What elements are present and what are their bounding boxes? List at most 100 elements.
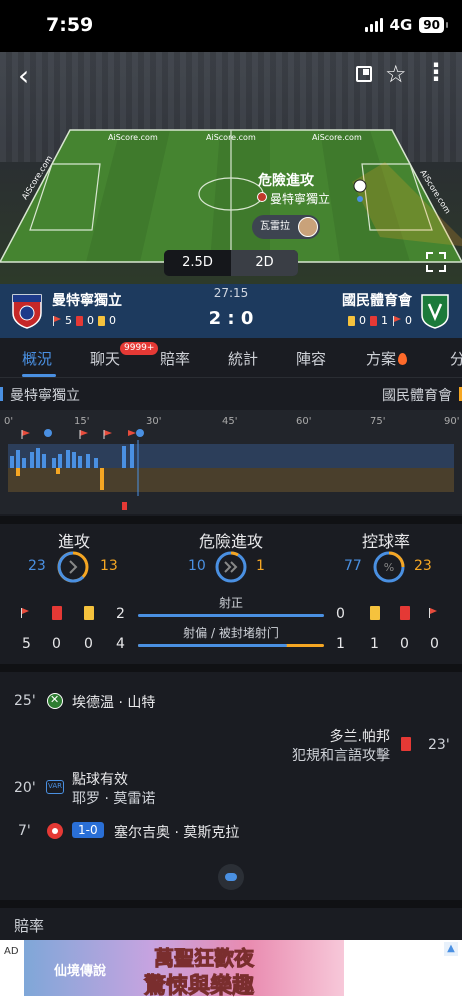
view-toggle[interactable]: 2.5D 2D: [164, 250, 298, 276]
event-minute: 7': [18, 823, 31, 839]
ad-image[interactable]: 仙境傳說 萬聖狂歡夜 驚悚與樂趣: [24, 940, 344, 1000]
fullscreen-icon[interactable]: [426, 252, 446, 272]
away-yellow-cards: 0: [359, 314, 366, 327]
possession-home: 77: [344, 558, 362, 574]
ad-banner[interactable]: AD 仙境傳說 萬聖狂歡夜 驚悚與樂趣 ▲: [0, 940, 462, 1000]
tab-plans-label: 方案: [366, 350, 397, 368]
timeline-tick: 45': [222, 416, 237, 427]
tab-lineup[interactable]: 陣容: [296, 348, 326, 369]
goal-ball-icon: [47, 823, 63, 839]
section-divider: [0, 900, 462, 908]
tab-overview[interactable]: 概況: [22, 348, 52, 369]
possession-label: 控球率: [361, 532, 410, 551]
event-minute: 23': [428, 737, 450, 753]
event-minute: 25': [14, 693, 36, 709]
red-card-marker: [122, 502, 127, 510]
ad-label: AD: [4, 946, 19, 957]
timeline-away-name: 國民體育會: [382, 385, 462, 405]
ad-headline: 萬聖狂歡夜: [154, 946, 255, 971]
away-momentum-band: [8, 468, 454, 492]
ad-brand: 仙境傳說: [54, 964, 107, 979]
away-yellow-count: 1: [370, 636, 379, 652]
scoreboard: 曼特寧獨立 5 0 0 27:15 2 : 0 國民體育會 0 1 0: [0, 284, 462, 338]
attack-label: 進攻: [57, 532, 90, 551]
event-markers: [21, 429, 144, 439]
shots-section: 2 射正 0 5 0 0 4 射偏 / 被封堵射门 1 1 0 0: [0, 596, 462, 660]
odds-section-title: 賠率: [14, 917, 45, 935]
away-team-logo[interactable]: [420, 292, 450, 330]
event-player[interactable]: 耶罗 · 莫雷诺: [72, 788, 155, 808]
event-player[interactable]: 塞尔吉奥 · 莫斯克拉: [114, 822, 239, 842]
tab-bar: 概況 聊天 9999+ 賠率 統計 陣容 方案 分: [0, 338, 462, 378]
event-title: 點球有效: [72, 772, 128, 788]
dangerous-home: 10: [188, 558, 206, 574]
shots-off-label: 射偏 / 被封堵射门: [183, 626, 279, 640]
away-red-cards: 1: [381, 314, 388, 327]
yellow-card-icon: [370, 606, 380, 620]
attack-ring: [57, 551, 89, 583]
section-divider: [0, 664, 462, 672]
section-divider: [0, 516, 462, 524]
tab-active-indicator: [22, 374, 56, 377]
dangerous-attack-label: 危險進攻: [198, 532, 263, 551]
favorite-star-icon[interactable]: ☆: [385, 62, 407, 86]
timeline-tick: 0': [4, 416, 13, 427]
home-red-count: 0: [52, 636, 61, 652]
event-minute: 20': [14, 780, 36, 796]
away-corners-count: 0: [430, 636, 439, 652]
dangerous-away: 1: [256, 558, 265, 574]
timeline-tick: 90': [444, 416, 459, 427]
status-bar: 7:59 4G 90: [0, 0, 462, 52]
goal-score-tag: 1-0: [72, 822, 104, 838]
tab-chat[interactable]: 聊天: [90, 348, 120, 369]
red-card-icon: [401, 737, 411, 751]
corner-flag-icon: [20, 608, 29, 618]
battery-icon: 90: [419, 17, 448, 33]
ball-icon: [353, 179, 367, 193]
tab-more[interactable]: 分: [450, 348, 462, 369]
timeline-tick: 60': [296, 416, 311, 427]
ad-close-icon[interactable]: ▲: [444, 942, 458, 956]
attack-home: 23: [28, 558, 46, 574]
home-yellow-count: 0: [84, 636, 93, 652]
back-button[interactable]: ‹: [18, 62, 29, 90]
event-player[interactable]: 多兰.帕邦: [330, 726, 390, 746]
pip-icon[interactable]: [356, 66, 372, 82]
player-chip: 瓦雷拉: [252, 215, 320, 239]
whistle-icon: [218, 864, 244, 890]
shots-on-bar-fill: [138, 614, 324, 617]
more-menu-icon[interactable]: ⋮: [424, 60, 448, 84]
momentum-timeline: 0' 15' 30' 45' 60' 75' 90': [0, 410, 462, 514]
away-mini-stats: 0 1 0: [348, 314, 412, 327]
event-player[interactable]: 埃德温 · 山特: [72, 692, 155, 712]
shots-off-bar: [138, 644, 324, 647]
player-name: 瓦雷拉: [260, 221, 290, 232]
view-2d-button[interactable]: 2D: [231, 250, 298, 276]
red-card-icon: [370, 315, 377, 326]
timeline-tick: 15': [74, 416, 89, 427]
red-card-icon: [400, 606, 410, 620]
team-dot-icon: [257, 192, 267, 202]
dangerous-ring: [215, 551, 247, 583]
tab-stats[interactable]: 統計: [228, 348, 258, 369]
status-time: 7:59: [46, 14, 94, 36]
tab-plans[interactable]: 方案: [366, 348, 408, 369]
substitution-icon: [47, 693, 63, 709]
away-corners: 0: [405, 314, 412, 327]
timeline-tick: 75': [370, 416, 385, 427]
signal-icon: [364, 18, 383, 32]
attack-away: 13: [100, 558, 118, 574]
tab-odds[interactable]: 賠率: [160, 348, 190, 369]
player-avatar: [298, 217, 318, 237]
network-type: 4G: [389, 16, 413, 34]
view-2-5d-button[interactable]: 2.5D: [164, 250, 231, 276]
timeline-tick: 30': [146, 416, 161, 427]
away-team-name[interactable]: 國民體育會: [342, 290, 412, 310]
fire-icon: [398, 353, 408, 365]
corner-flag-icon: [428, 608, 437, 618]
shots-off-bar-fill: [138, 644, 287, 647]
watermark: AiScore.com: [108, 133, 158, 142]
svg-text:%: %: [384, 561, 394, 574]
home-corners-count: 5: [22, 636, 31, 652]
shots-off-away: 1: [336, 636, 345, 652]
